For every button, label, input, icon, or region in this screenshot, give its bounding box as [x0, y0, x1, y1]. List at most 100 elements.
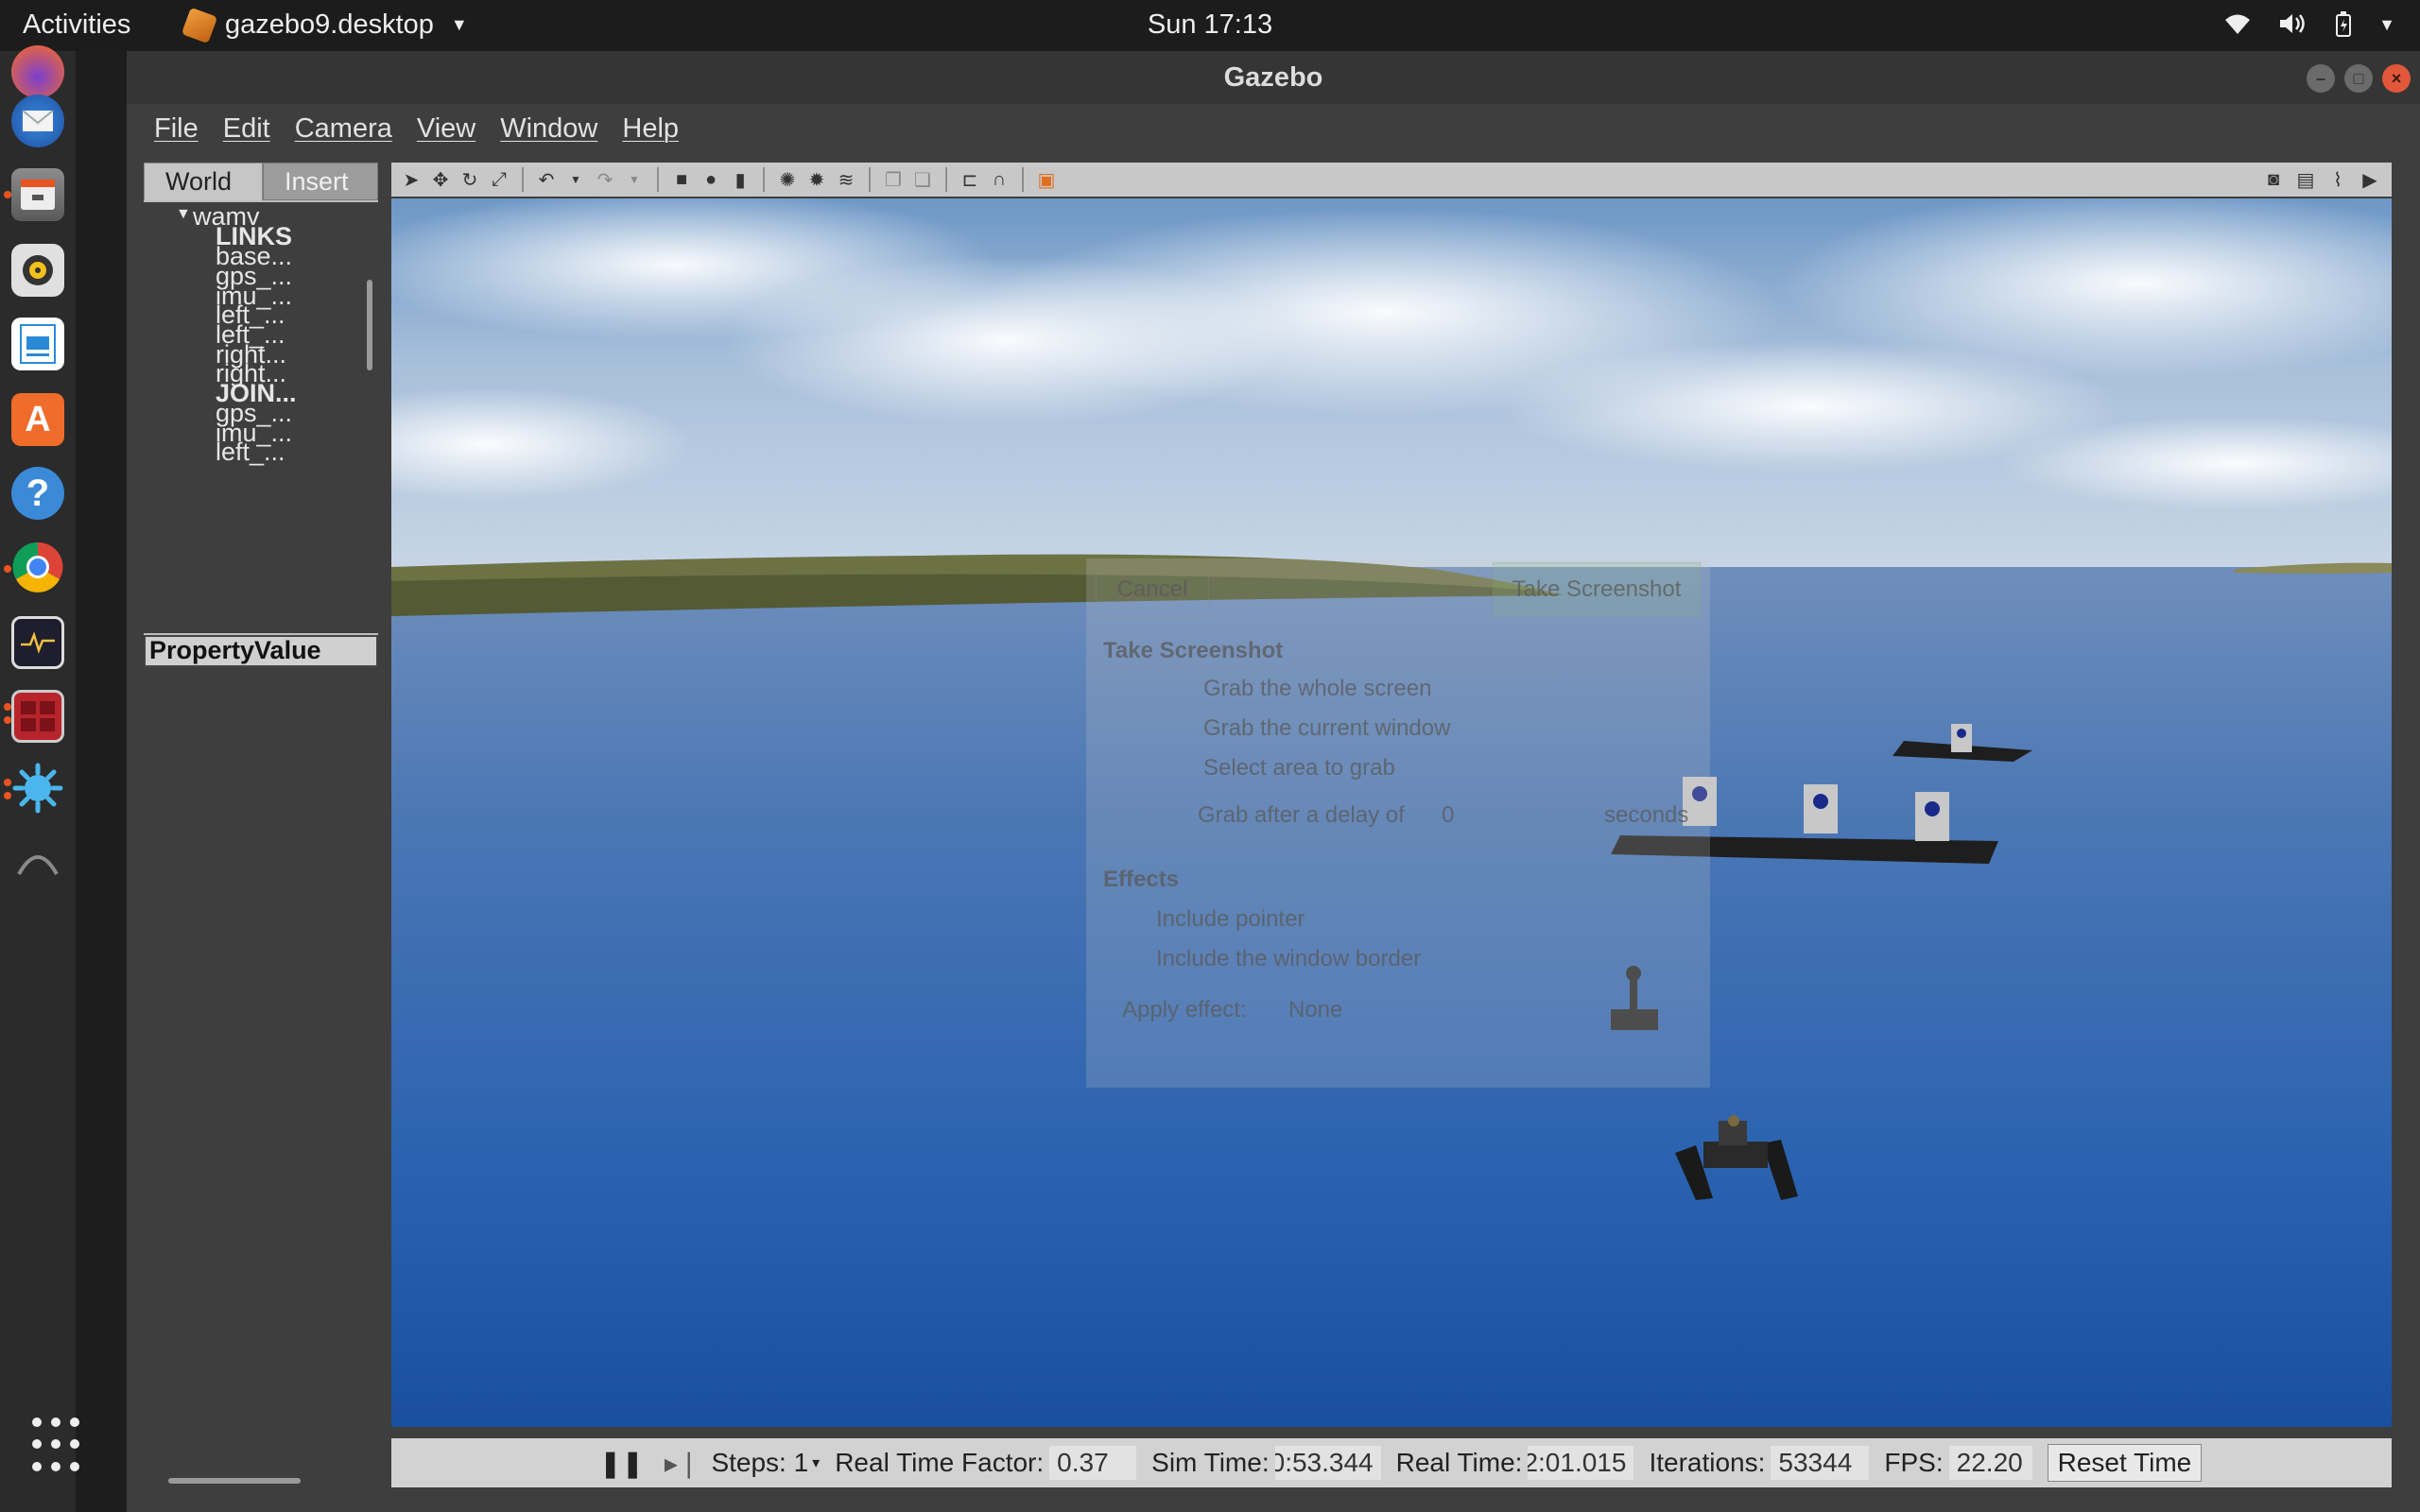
apply-effect-select[interactable]: None — [1288, 997, 1342, 1023]
rtf-label: Real Time Factor: — [835, 1448, 1045, 1477]
undo-history-icon[interactable]: ▼ — [565, 169, 586, 190]
terminal-icon[interactable] — [11, 690, 64, 743]
iterations-value: 53344 — [1771, 1446, 1870, 1480]
status-bar: ❚❚ ▸❘ Steps: 1 ▾ Real Time Factor: 0.37 … — [391, 1438, 2392, 1487]
tree-item[interactable]: left_... — [216, 438, 285, 467]
trash-icon[interactable] — [11, 835, 64, 888]
toolbar-divider — [657, 167, 659, 192]
software-center-icon[interactable]: A — [11, 393, 64, 446]
apply-effect-label: Apply effect: — [1122, 997, 1247, 1022]
copy-icon[interactable]: ❐ — [883, 169, 904, 191]
app-menu-label: gazebo9.desktop — [225, 9, 434, 40]
steps-dropdown-icon[interactable]: ▾ — [812, 1453, 820, 1472]
gazebo-window: Gazebo – □ × File Edit Camera View Windo… — [127, 51, 2420, 1512]
select-mode-icon[interactable]: ➤ — [401, 169, 422, 191]
expand-arrow-icon[interactable]: ▼ — [176, 206, 191, 223]
snap-icon[interactable]: ∩ — [989, 169, 1010, 190]
menu-bar: File Edit Camera View Window Help — [127, 104, 2420, 153]
running-indicator — [4, 779, 11, 786]
battery-icon — [2335, 11, 2352, 44]
files-icon[interactable] — [11, 168, 64, 221]
step-button[interactable]: ▸❘ — [665, 1448, 700, 1479]
tab-insert[interactable]: Insert — [263, 163, 378, 200]
scene-viewport[interactable]: Cancel Take Screenshot Take Screenshot G… — [391, 198, 2392, 1427]
show-apps-icon[interactable] — [32, 1418, 89, 1474]
delay-input[interactable]: 0 — [1442, 802, 1454, 829]
chrome-icon[interactable] — [11, 541, 64, 593]
directional-light-icon[interactable]: ≋ — [836, 169, 856, 191]
property-header: PropertyValue — [144, 635, 378, 667]
toolbar-divider — [1022, 167, 1024, 192]
plot-icon[interactable]: ⌇ — [2327, 169, 2348, 191]
close-button[interactable]: × — [2382, 64, 2411, 93]
view-angle-icon[interactable]: ▣ — [1036, 169, 1057, 191]
include-border-checkbox[interactable]: Include the window border — [1156, 946, 1421, 972]
firefox-icon[interactable] — [11, 45, 64, 98]
pause-button[interactable]: ❚❚ — [599, 1448, 644, 1479]
tree-scrollbar[interactable] — [367, 280, 372, 370]
fps-value: 22.20 — [1948, 1446, 2032, 1480]
chevron-down-icon: ▼ — [2378, 15, 2395, 34]
screenshot-icon[interactable]: ◙ — [2263, 169, 2284, 190]
splash-app-icon[interactable] — [11, 762, 64, 815]
activities-button[interactable]: Activities — [23, 9, 130, 41]
tab-world[interactable]: World — [144, 163, 263, 200]
cylinder-shape-icon[interactable]: ▮ — [730, 169, 751, 191]
undo-icon[interactable]: ↶ — [536, 169, 557, 191]
option-whole-screen[interactable]: Grab the whole screen — [1203, 676, 1431, 702]
viewport-toolbar: ➤ ✥ ↻ ⤢ ↶ ▼ ↷ ▼ ■ ● ▮ ✺ ✹ ≋ ❐ ❏ ⊏ ∩ ▣ ◙ … — [391, 163, 2392, 197]
clock[interactable]: Sun 17:13 — [1148, 9, 1272, 41]
option-select-area[interactable]: Select area to grab — [1203, 755, 1395, 782]
delay-label: Grab after a delay of — [1198, 802, 1405, 828]
menu-help[interactable]: Help — [612, 110, 689, 148]
reset-time-button[interactable]: Reset Time — [2047, 1444, 2203, 1482]
effects-heading: Effects — [1103, 867, 1180, 892]
redo-history-icon[interactable]: ▼ — [624, 169, 645, 190]
window-titlebar[interactable]: Gazebo – □ × — [127, 51, 2420, 104]
rhythmbox-icon[interactable] — [11, 244, 64, 297]
running-indicator — [4, 716, 11, 724]
horizontal-scrollbar[interactable] — [168, 1478, 301, 1484]
toolbar-divider — [522, 167, 524, 192]
volume-icon — [2278, 11, 2308, 44]
libreoffice-writer-icon[interactable] — [11, 318, 64, 370]
redo-icon[interactable]: ↷ — [595, 169, 615, 191]
real-time-value: 2:01.015 — [1528, 1446, 1634, 1480]
system-monitor-icon[interactable] — [11, 616, 64, 669]
paste-icon[interactable]: ❏ — [912, 169, 933, 191]
steps-label: Steps: 1 — [711, 1448, 809, 1477]
video-record-icon[interactable]: ▶ — [2360, 169, 2380, 191]
minimize-button[interactable]: – — [2307, 64, 2335, 93]
align-icon[interactable]: ⊏ — [959, 169, 980, 191]
point-light-icon[interactable]: ✺ — [777, 169, 798, 191]
menu-camera[interactable]: Camera — [285, 110, 403, 148]
box-shape-icon[interactable]: ■ — [671, 169, 692, 190]
cancel-button[interactable]: Cancel — [1096, 562, 1209, 617]
include-pointer-checkbox[interactable]: Include pointer — [1156, 906, 1305, 933]
scale-mode-icon[interactable]: ⤢ — [489, 169, 510, 190]
menu-window[interactable]: Window — [490, 110, 608, 148]
take-screenshot-button[interactable]: Take Screenshot — [1493, 562, 1701, 617]
toolbar-divider — [869, 167, 871, 192]
translate-mode-icon[interactable]: ✥ — [430, 169, 451, 191]
system-tray[interactable]: ▼ — [2223, 11, 2395, 44]
maximize-button[interactable]: □ — [2344, 64, 2373, 93]
sphere-shape-icon[interactable]: ● — [700, 169, 721, 190]
app-menu[interactable]: gazebo9.desktop ▼ — [181, 7, 468, 43]
window-title: Gazebo — [1223, 61, 1323, 93]
help-icon[interactable]: ? — [11, 467, 64, 520]
menu-edit[interactable]: Edit — [213, 110, 281, 148]
menu-view[interactable]: View — [406, 110, 486, 148]
running-indicator — [4, 703, 11, 711]
spot-light-icon[interactable]: ✹ — [806, 169, 827, 191]
rotate-mode-icon[interactable]: ↻ — [459, 169, 480, 191]
thunderbird-icon[interactable] — [11, 94, 64, 147]
log-icon[interactable]: ▤ — [2295, 169, 2316, 191]
top-bar: Activities gazebo9.desktop ▼ Sun 17:13 ▼ — [0, 0, 2420, 51]
menu-file[interactable]: File — [144, 110, 209, 148]
delay-unit: seconds — [1604, 802, 1689, 828]
property-panel — [144, 667, 378, 1493]
option-current-window[interactable]: Grab the current window — [1203, 715, 1450, 742]
running-indicator — [4, 191, 11, 198]
sim-time-label: Sim Time: — [1151, 1448, 1270, 1477]
